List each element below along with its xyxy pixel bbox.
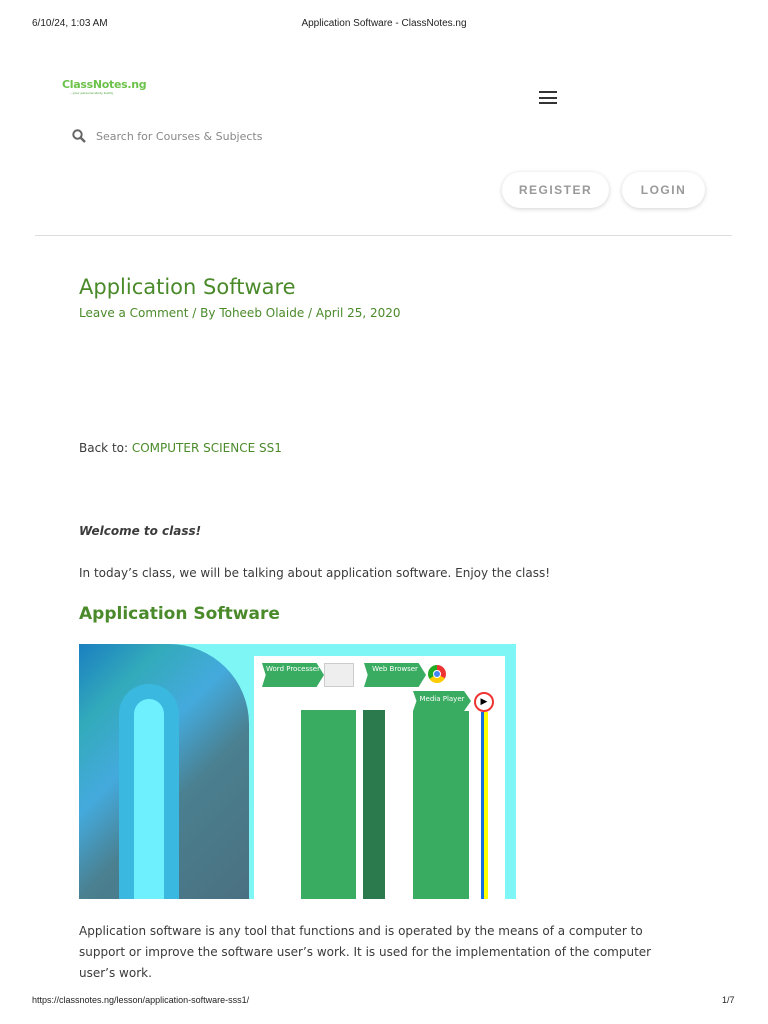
author-link[interactable]: Toheeb Olaide bbox=[219, 306, 304, 320]
search-icon bbox=[72, 129, 86, 143]
welcome-text: Welcome to class! bbox=[79, 524, 202, 538]
print-page-number: 1/7 bbox=[722, 995, 735, 1005]
play-icon: ▶ bbox=[474, 692, 494, 712]
page-title: Application Software bbox=[79, 275, 296, 299]
web-browser-label: Web Browser bbox=[372, 665, 418, 673]
logo-tagline: ...your personal study buddy bbox=[70, 91, 114, 95]
date-link[interactable]: April 25, 2020 bbox=[316, 306, 401, 320]
hamburger-menu-icon[interactable] bbox=[539, 91, 557, 104]
course-link[interactable]: COMPUTER SCIENCE SS1 bbox=[132, 441, 282, 455]
search-input[interactable]: Search for Courses & Subjects bbox=[96, 130, 262, 143]
print-datetime: 6/10/24, 1:03 AM bbox=[32, 18, 108, 29]
print-url: https://classnotes.ng/lesson/application… bbox=[32, 995, 250, 1005]
register-button[interactable]: REGISTER bbox=[502, 172, 609, 208]
logo-text: ClassNotes.ng bbox=[62, 78, 147, 91]
logo[interactable]: ClassNotes.ng ...your personal study bud… bbox=[62, 78, 147, 95]
word-processor-label: Word Processer bbox=[266, 665, 320, 673]
divider bbox=[35, 235, 732, 236]
media-player-label: Media Player bbox=[419, 695, 465, 703]
section-heading: Application Software bbox=[79, 604, 280, 624]
back-to: Back to: COMPUTER SCIENCE SS1 bbox=[79, 441, 282, 455]
meta-sep: / bbox=[304, 306, 316, 320]
post-meta: Leave a Comment / By Toheeb Olaide / Apr… bbox=[79, 306, 401, 320]
meta-sep: / By bbox=[188, 306, 220, 320]
article-image: Word Processer Web Browser Media Player … bbox=[79, 644, 516, 899]
login-button[interactable]: LOGIN bbox=[622, 172, 705, 208]
search-bar[interactable]: Search for Courses & Subjects bbox=[72, 129, 262, 143]
chrome-icon bbox=[428, 665, 446, 683]
paragraph: Application software is any tool that fu… bbox=[79, 924, 652, 980]
intro-text: In today’s class, we will be talking abo… bbox=[79, 566, 551, 580]
print-page-title: Application Software - ClassNotes.ng bbox=[301, 18, 467, 29]
comment-link[interactable]: Leave a Comment bbox=[79, 306, 188, 320]
back-prefix: Back to: bbox=[79, 441, 132, 455]
